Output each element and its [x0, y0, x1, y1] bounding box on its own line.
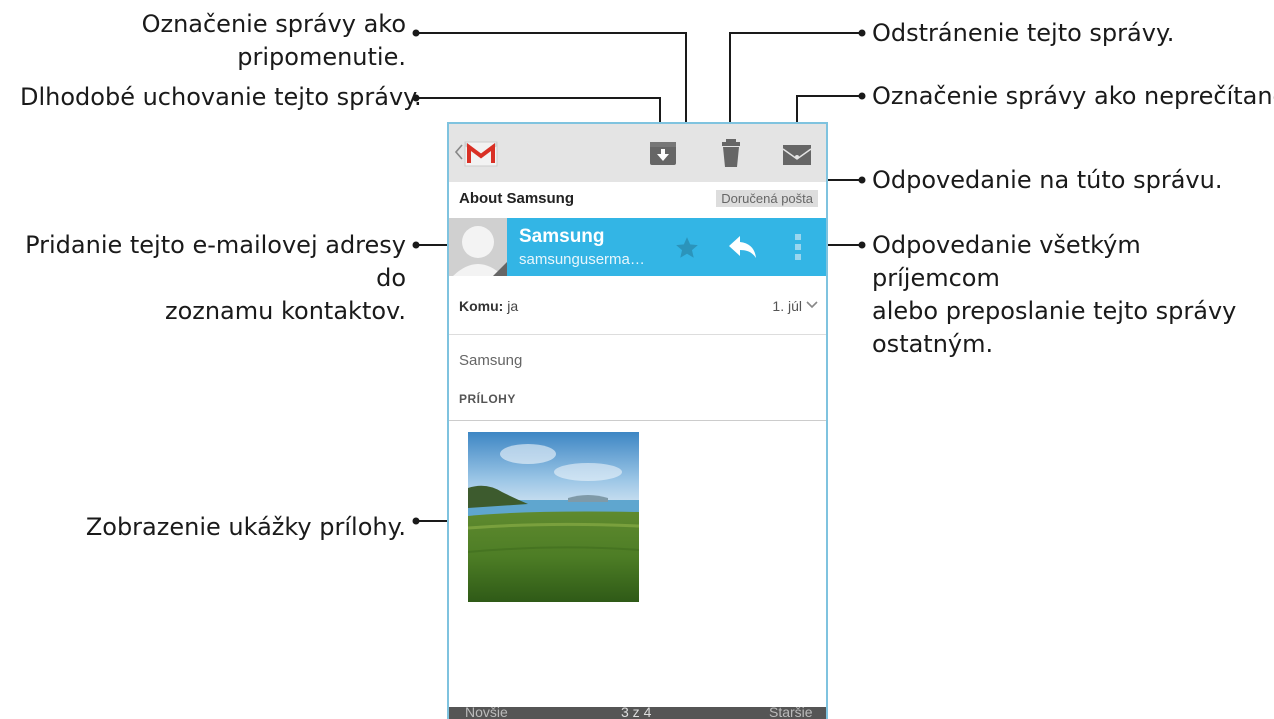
star-icon[interactable] — [674, 235, 700, 261]
email-subject: About Samsung — [459, 190, 574, 207]
sender-email: samsunguserma… — [519, 251, 645, 268]
attachment-thumbnail[interactable] — [468, 432, 639, 602]
email-date: 1. júl — [772, 298, 802, 314]
phone-screen: About Samsung Doručená pošta Samsung sam… — [447, 122, 828, 719]
archive-icon[interactable] — [647, 137, 679, 169]
attachments-header: PRÍLOHY — [459, 392, 516, 406]
mark-unread-icon[interactable] — [781, 137, 813, 169]
gmail-icon[interactable] — [463, 136, 499, 170]
trash-icon[interactable] — [715, 137, 747, 169]
callout-archive: Dlhodobé uchovanie tejto správy. — [20, 83, 422, 111]
callout-delete: Odstránenie tejto správy. — [872, 19, 1175, 47]
subject-row: About Samsung Doručená pošta — [449, 182, 826, 218]
callout-mark-reminder: Označenie správy ako pripomenutie. — [141, 10, 406, 71]
recipient-row[interactable]: Komu: ja 1. júl — [449, 276, 826, 335]
recipient-label: Komu: ja — [459, 298, 518, 314]
back-chevron-icon[interactable] — [455, 144, 463, 160]
chevron-down-icon[interactable] — [806, 301, 818, 309]
message-position: 3 z 4 — [621, 704, 652, 719]
to-label: Komu: — [459, 298, 504, 314]
newer-button[interactable]: Novšie — [465, 704, 508, 719]
callout-reply-all-forward: Odpovedanie všetkým príjemcom alebo prep… — [872, 231, 1237, 358]
landscape-image — [468, 432, 639, 602]
overflow-menu-icon[interactable] — [795, 234, 801, 260]
action-bar — [449, 124, 826, 183]
older-button[interactable]: Staršie — [769, 704, 813, 719]
bottom-navigation-bar: Novšie 3 z 4 Staršie — [449, 704, 826, 719]
callout-add-contact: Pridanie tejto e-mailovej adresy do zozn… — [25, 231, 406, 325]
sender-name: Samsung — [519, 226, 605, 247]
avatar-icon — [449, 218, 507, 276]
sender-bar: Samsung samsunguserma… — [449, 218, 826, 276]
to-value: ja — [507, 298, 519, 314]
callout-mark-unread: Označenie správy ako neprečítanej. — [872, 82, 1274, 110]
callout-reply: Odpovedanie na túto správu. — [872, 166, 1223, 194]
avatar[interactable] — [449, 218, 507, 276]
callout-preview-attachment: Zobrazenie ukážky prílohy. — [85, 513, 406, 541]
divider — [449, 420, 826, 421]
reply-icon[interactable] — [727, 234, 757, 260]
email-body: Samsung — [459, 352, 523, 369]
inbox-label-badge[interactable]: Doručená pošta — [716, 190, 818, 207]
